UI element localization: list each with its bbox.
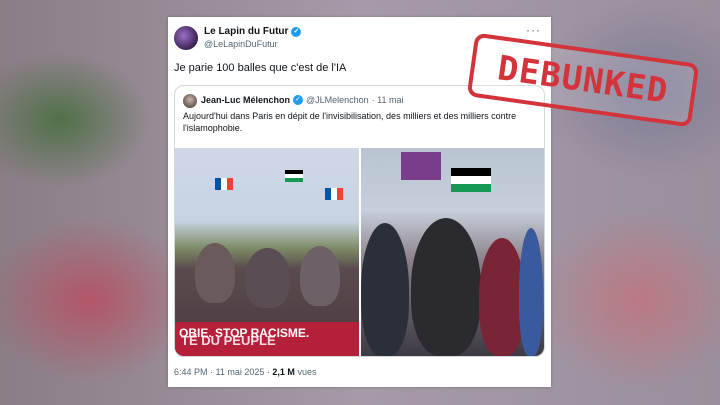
quoted-date[interactable]: · 11 mai (372, 95, 404, 105)
quoted-author-name[interactable]: Jean-Luc Mélenchon (201, 95, 290, 105)
tweet-text: Je parie 100 balles que c'est de l'IA (174, 62, 347, 74)
quoted-author-handle[interactable]: @JLMelenchon (306, 95, 369, 105)
french-flag-icon (325, 188, 343, 200)
quoted-text: Aujourd'hui dans Paris en dépit de l'inv… (183, 111, 517, 133)
tweet-time[interactable]: 6:44 PM · 11 mai 2025 · (174, 367, 270, 377)
crowd-figure (300, 246, 340, 306)
views-count: 2,1 M (272, 367, 295, 377)
author-handle[interactable]: @LeLapinDuFutur (204, 39, 278, 49)
tweet-footer: 6:44 PM · 11 mai 2025 · 2,1 M vues (174, 367, 316, 377)
banner-text-lower: TÉ DU PEUPLE (181, 333, 276, 348)
quoted-tweet[interactable]: Jean-Luc Mélenchon ✓ @JLMelenchon · 11 m… (174, 85, 545, 357)
purple-flag-icon (400, 152, 441, 180)
author-name[interactable]: Le Lapin du Futur (204, 26, 288, 37)
crowd-figure (195, 243, 235, 303)
melenchon-figure (410, 218, 481, 356)
quoted-author-avatar[interactable] (183, 94, 197, 108)
quoted-header: Jean-Luc Mélenchon ✓ @JLMelenchon · 11 m… (201, 95, 404, 105)
crowd-figure (245, 248, 290, 308)
quoted-verified-badge-icon: ✓ (293, 95, 304, 105)
palestinian-flag-icon (450, 168, 491, 192)
quoted-photos: OBIE. STOP RACISME. TÉ DU PEUPLE (175, 148, 544, 356)
verified-badge-icon: ✓ (291, 26, 302, 37)
photo-crowd[interactable]: OBIE. STOP RACISME. TÉ DU PEUPLE (175, 148, 359, 356)
author-name-row[interactable]: Le Lapin du Futur ✓ (204, 26, 302, 37)
french-flag-icon (215, 178, 233, 190)
crowd-figure (478, 238, 525, 356)
crowd-figure (518, 228, 543, 356)
crowd-figure (360, 223, 409, 356)
palestinian-flag-icon (285, 170, 303, 182)
views-label: vues (297, 367, 317, 377)
more-options-icon[interactable]: ··· (526, 23, 541, 37)
author-avatar[interactable] (174, 26, 198, 50)
photo-melenchon[interactable] (360, 148, 544, 356)
